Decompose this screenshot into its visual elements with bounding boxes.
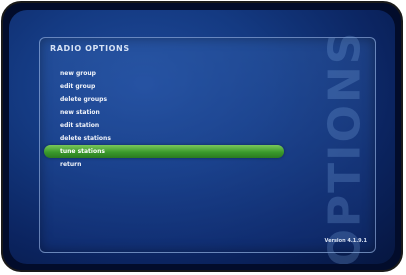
menu-item-edit-group[interactable]: edit group — [54, 80, 284, 93]
menu-item-delete-groups[interactable]: delete groups — [54, 93, 284, 106]
menu-item-edit-station[interactable]: edit station — [54, 119, 284, 132]
options-panel: RADIO OPTIONS new group edit group delet… — [39, 31, 376, 264]
tv-screen: RADIO OPTIONS new group edit group delet… — [9, 10, 395, 264]
menu-item-new-station[interactable]: new station — [54, 106, 284, 119]
options-menu: new group edit group delete groups new s… — [44, 67, 284, 171]
menu-item-tune-stations[interactable]: tune stations — [44, 145, 284, 158]
page-title: RADIO OPTIONS — [50, 44, 130, 53]
options-watermark: OPTIONS — [320, 31, 371, 264]
device-bezel: RADIO OPTIONS new group edit group delet… — [1, 1, 403, 272]
menu-item-return[interactable]: return — [54, 158, 284, 171]
menu-item-new-group[interactable]: new group — [54, 67, 284, 80]
watermark-text: OPTIONS — [319, 30, 371, 264]
version-label: Version 4.1.9.1 — [324, 238, 368, 244]
menu-item-delete-stations[interactable]: delete stations — [54, 132, 284, 145]
